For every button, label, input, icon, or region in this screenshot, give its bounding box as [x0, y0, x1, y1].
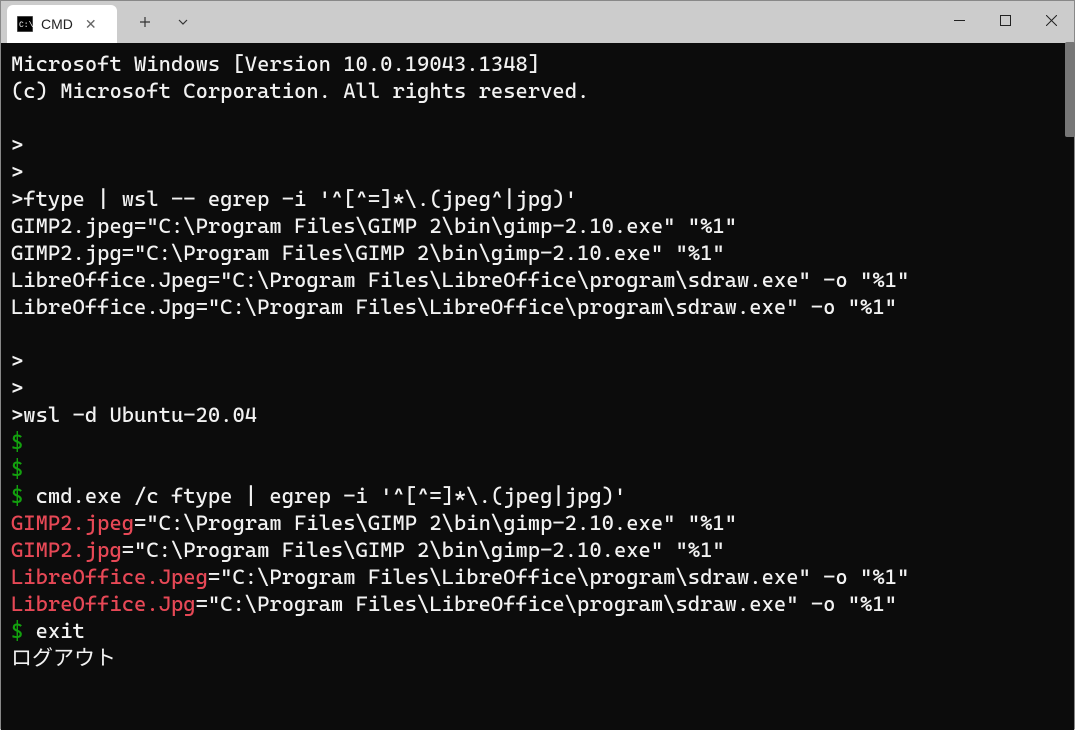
cmd-command: >wsl -d Ubuntu-20.04	[11, 402, 1064, 429]
tab-title: CMD	[41, 16, 73, 32]
wsl-output: LibreOffice.Jpg="C:\Program Files\LibreO…	[11, 591, 1064, 618]
svg-text:C:\: C:\	[19, 21, 33, 30]
tab-dropdown-button[interactable]	[167, 6, 199, 38]
match-val: ="C:\Program Files\GIMP 2\bin\gimp-2.10.…	[122, 538, 725, 562]
match-key: GIMP2.jpg	[11, 538, 122, 562]
wsl-command-line: $ exit	[11, 618, 1064, 645]
cmd-output: LibreOffice.Jpeg="C:\Program Files\Libre…	[11, 267, 1064, 294]
cmd-output: LibreOffice.Jpg="C:\Program Files\LibreO…	[11, 294, 1064, 321]
window-controls	[936, 1, 1074, 39]
match-val: ="C:\Program Files\LibreOffice\program\s…	[196, 592, 897, 616]
titlebar: C:\ CMD ✕	[1, 1, 1074, 43]
cmd-prompt: >	[11, 132, 1064, 159]
cmd-command: >ftype | wsl -- egrep -i '^[^=]*\.(jpeg^…	[11, 186, 1064, 213]
terminal-line	[11, 105, 1064, 132]
logout-message: ログアウト	[11, 645, 1064, 672]
match-val: ="C:\Program Files\LibreOffice\program\s…	[208, 565, 909, 589]
new-tab-button[interactable]	[129, 6, 161, 38]
match-key: LibreOffice.Jpg	[11, 592, 196, 616]
cmd-output: GIMP2.jpeg="C:\Program Files\GIMP 2\bin\…	[11, 213, 1064, 240]
maximize-button[interactable]	[982, 1, 1028, 39]
match-key: GIMP2.jpeg	[11, 511, 134, 535]
wsl-prompt: $	[11, 429, 1064, 456]
terminal-line: Microsoft Windows [Version 10.0.19043.13…	[11, 51, 1064, 78]
close-button[interactable]	[1028, 1, 1074, 39]
scrollbar-thumb[interactable]	[1065, 42, 1075, 137]
titlebar-tab-controls	[129, 1, 199, 43]
wsl-prompt: $	[11, 484, 36, 508]
terminal-line	[11, 321, 1064, 348]
tab-close-button[interactable]: ✕	[81, 16, 101, 33]
match-key: LibreOffice.Jpeg	[11, 565, 208, 589]
wsl-output: GIMP2.jpeg="C:\Program Files\GIMP 2\bin\…	[11, 510, 1064, 537]
cmd-output: GIMP2.jpg="C:\Program Files\GIMP 2\bin\g…	[11, 240, 1064, 267]
wsl-output: LibreOffice.Jpeg="C:\Program Files\Libre…	[11, 564, 1064, 591]
cmd-prompt: >	[11, 159, 1064, 186]
cmd-icon: C:\	[17, 16, 33, 32]
wsl-command: cmd.exe /c ftype | egrep -i '^[^=]*\.(jp…	[36, 484, 627, 508]
terminal-line: (c) Microsoft Corporation. All rights re…	[11, 78, 1064, 105]
wsl-command: exit	[36, 619, 85, 643]
wsl-prompt: $	[11, 456, 1064, 483]
terminal-output[interactable]: Microsoft Windows [Version 10.0.19043.13…	[1, 43, 1074, 730]
wsl-output: GIMP2.jpg="C:\Program Files\GIMP 2\bin\g…	[11, 537, 1064, 564]
cmd-prompt: >	[11, 348, 1064, 375]
tab-cmd[interactable]: C:\ CMD ✕	[7, 5, 117, 43]
minimize-button[interactable]	[936, 1, 982, 39]
match-val: ="C:\Program Files\GIMP 2\bin\gimp-2.10.…	[134, 511, 737, 535]
wsl-command-line: $ cmd.exe /c ftype | egrep -i '^[^=]*\.(…	[11, 483, 1064, 510]
wsl-prompt: $	[11, 619, 36, 643]
cmd-prompt: >	[11, 375, 1064, 402]
